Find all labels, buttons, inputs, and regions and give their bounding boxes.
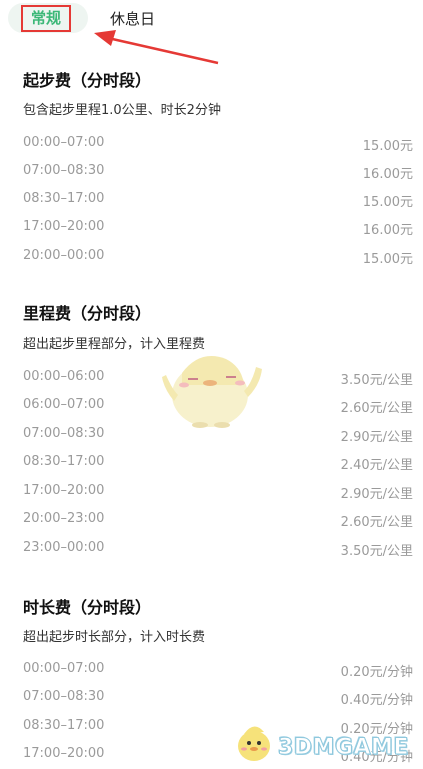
- price: 2.90元/公里: [340, 487, 413, 502]
- price: 3.50元/公里: [340, 544, 413, 559]
- rate-row: 07:00–08:30 0.40元/分钟: [23, 689, 413, 709]
- price: 2.60元/公里: [340, 515, 413, 530]
- time-range: 17:00–20:00: [23, 483, 105, 498]
- time-range: 20:00–00:00: [23, 248, 105, 263]
- section-desc-duration-fee: 超出起步时长部分，计入时长费: [23, 630, 206, 645]
- price: 2.40元/公里: [340, 458, 413, 473]
- price: 15.00元: [362, 139, 413, 154]
- rate-row: 20:00–23:00 2.60元/公里: [23, 511, 413, 531]
- rate-row: 00:00–07:00 15.00元: [23, 135, 413, 155]
- time-range: 00:00–06:00: [23, 369, 105, 384]
- watermark-mascot-icon: [162, 356, 262, 428]
- time-range: 07:00–08:30: [23, 426, 105, 441]
- time-range: 08:30–17:00: [23, 191, 105, 206]
- rate-row: 00:00–07:00 0.20元/分钟: [23, 661, 413, 681]
- section-desc-base-fee: 包含起步里程1.0公里、时长2分钟: [23, 103, 221, 118]
- price: 0.40元/分钟: [340, 693, 413, 708]
- time-range: 17:00–20:00: [23, 219, 105, 234]
- price: 0.20元/分钟: [340, 665, 413, 680]
- price: 16.00元: [362, 167, 413, 182]
- rate-row: 23:00–00:00 3.50元/公里: [23, 540, 413, 560]
- section-title-mileage-fee: 里程费（分时段）: [23, 304, 152, 323]
- price: 15.00元: [362, 252, 413, 267]
- section-title-duration-fee: 时长费（分时段）: [23, 598, 152, 617]
- time-range: 07:00–08:30: [23, 689, 105, 704]
- watermark-text: 3DMGAME: [278, 735, 409, 761]
- rate-row: 08:30–17:00 2.40元/公里: [23, 454, 413, 474]
- price: 15.00元: [362, 195, 413, 210]
- time-range: 08:30–17:00: [23, 718, 105, 733]
- rate-row: 08:30–17:00 15.00元: [23, 191, 413, 211]
- time-range: 00:00–07:00: [23, 135, 105, 150]
- time-range: 23:00–00:00: [23, 540, 105, 555]
- price: 3.50元/公里: [340, 373, 413, 388]
- time-range: 20:00–23:00: [23, 511, 105, 526]
- price: 2.90元/公里: [340, 430, 413, 445]
- time-range: 07:00–08:30: [23, 163, 105, 178]
- time-range: 08:30–17:00: [23, 454, 105, 469]
- time-range: 06:00–07:00: [23, 397, 105, 412]
- time-range: 17:00–20:00: [23, 746, 105, 761]
- rate-row: 17:00–20:00 2.90元/公里: [23, 483, 413, 503]
- logo-mascot-icon: [238, 726, 270, 761]
- price: 2.60元/公里: [340, 401, 413, 416]
- price: 16.00元: [362, 223, 413, 238]
- time-range: 00:00–07:00: [23, 661, 105, 676]
- rate-row: 17:00–20:00 16.00元: [23, 219, 413, 239]
- rate-row: 07:00–08:30 16.00元: [23, 163, 413, 183]
- section-title-base-fee: 起步费（分时段）: [23, 71, 152, 90]
- rate-row: 20:00–00:00 15.00元: [23, 248, 413, 268]
